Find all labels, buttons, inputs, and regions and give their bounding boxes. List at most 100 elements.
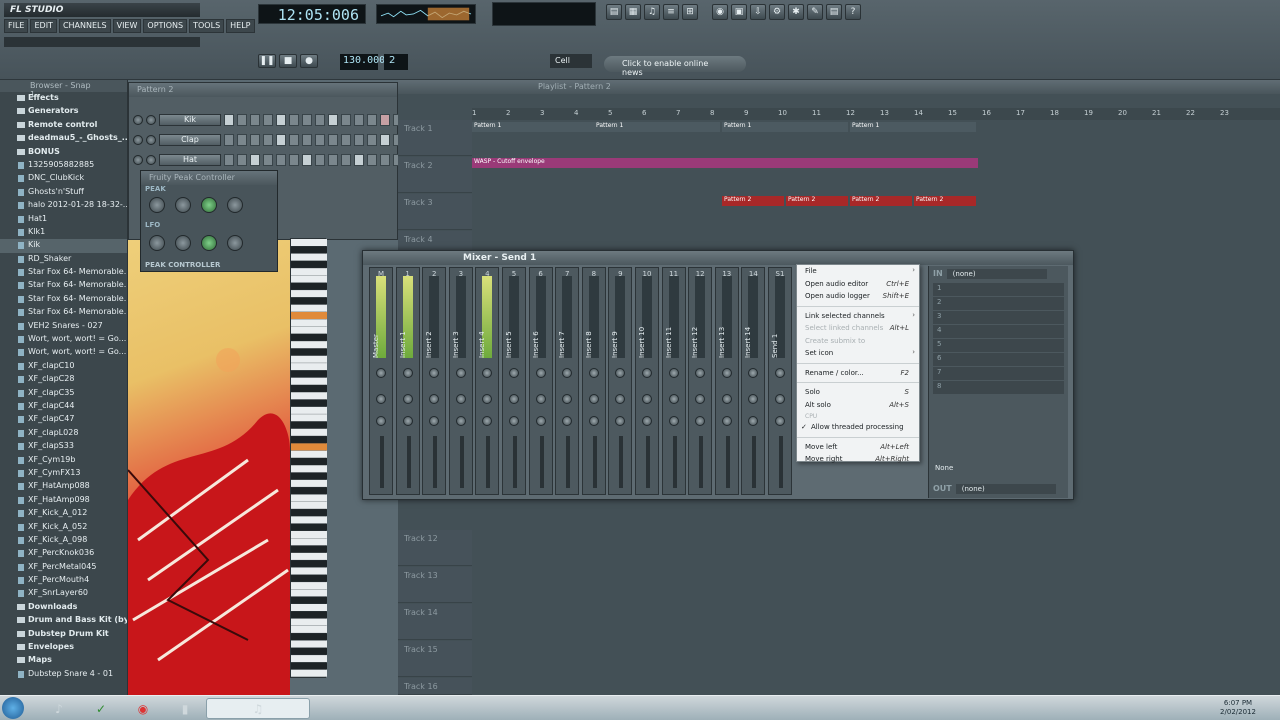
pan-knob[interactable] [455,368,466,378]
song-time-display[interactable]: 12:05:006 [258,4,366,24]
system-clock[interactable]: 6:07 PM 2/02/2012 [1212,699,1264,717]
plugin-icon[interactable]: ⚙ [769,4,785,20]
context-menu-item[interactable]: Move right Alt+Right [797,453,919,466]
record-icon[interactable]: ◉ [712,4,728,20]
context-menu-item[interactable]: Solo S [797,386,919,399]
step-button[interactable] [237,154,247,166]
track-header[interactable]: Track 16 [398,678,472,695]
track-header[interactable]: Track 13 [398,567,472,603]
mixer-strip[interactable]: S1 Send 1 [768,267,792,495]
fx-slot[interactable]: 5 [933,339,1064,352]
pan-knob[interactable] [376,368,386,378]
decay-knob[interactable] [227,197,243,213]
browser-folder[interactable]: Downloads [0,601,127,614]
pan-knob[interactable] [562,368,573,378]
step-button[interactable] [263,154,273,166]
stereo-knob[interactable] [588,394,599,404]
browser-file[interactable]: XF_clapC47 [0,413,127,426]
track-header[interactable]: Track 15 [398,641,472,677]
browser-file[interactable]: DNC_ClubKick [0,172,127,185]
browser-file[interactable]: Star Fox 64- Memorable... [0,279,127,292]
step-button[interactable] [328,114,338,126]
send-knob[interactable] [509,416,519,426]
base-knob[interactable] [149,197,165,213]
volume-fader[interactable] [752,436,757,488]
browser-file[interactable]: XF_HatAmp098 [0,494,127,507]
track-header[interactable]: Track 1 [398,120,472,156]
output-select[interactable]: (none) [955,484,1056,494]
send-knob[interactable] [775,416,785,426]
stereo-knob[interactable] [482,394,493,404]
stereo-knob[interactable] [376,394,386,404]
fx-slot[interactable]: 2 [933,297,1064,310]
volume-fader[interactable] [406,436,411,488]
channel-pan-knob[interactable] [133,115,143,125]
browser-file[interactable]: XF_Cym19b [0,454,127,467]
send-knob[interactable] [455,416,466,426]
browser-file[interactable]: Wort, wort, wort! = Go... [0,346,127,359]
stop-icon[interactable]: ■ [279,54,297,68]
mixer-strip[interactable]: 10 Insert 10 [635,267,659,495]
pan-knob[interactable] [535,368,546,378]
mixer-strip[interactable]: 3 Insert 3 [448,267,473,495]
pan-knob[interactable] [482,368,493,378]
step-button[interactable] [302,134,312,146]
browser-folder[interactable]: Remote control [0,119,127,132]
hardware-icon[interactable]: ▮ [168,698,202,719]
step-button[interactable] [289,114,299,126]
browser-file[interactable]: Star Fox 64- Memorable... [0,266,127,279]
volume-knob[interactable] [175,197,191,213]
browser-file[interactable]: Hat1 [0,213,127,226]
pattern-number[interactable]: 2 [384,54,408,70]
step-button[interactable] [341,154,351,166]
playlist-clip[interactable]: Pattern 1 [850,122,976,132]
step-button[interactable] [341,114,351,126]
tension-knob[interactable] [201,197,217,213]
mixer-strip[interactable]: 6 Insert 6 [528,267,553,495]
context-menu-item[interactable]: Set icon [797,347,919,360]
fx-slot[interactable]: 7 [933,367,1064,380]
mixer-window-icon[interactable]: ⊞ [682,4,698,20]
start-button-icon[interactable] [2,697,24,719]
context-menu-item[interactable]: Open audio editor Ctrl+E [797,278,919,291]
step-button[interactable] [367,154,377,166]
channel-button[interactable]: Clap [159,134,221,146]
context-menu-item[interactable]: File [797,265,919,278]
browser-file[interactable]: XF_PercKnok036 [0,547,127,560]
playlist-clip[interactable]: Pattern 2 [786,196,848,206]
stereo-knob[interactable] [775,394,785,404]
browser-file[interactable]: XF_Kick_A_098 [0,534,127,547]
send-knob[interactable] [402,416,413,426]
itunes-icon[interactable]: ♪ [42,698,76,719]
browser-file[interactable]: Klk1 [0,226,127,239]
stereo-knob[interactable] [695,394,706,404]
browser-file[interactable]: XF_clapL028 [0,427,127,440]
playlist-clip[interactable]: Pattern 2 [850,196,912,206]
browser-file[interactable]: Wort, wort, wort! = Go... [0,333,127,346]
online-news-button[interactable]: Click to enable online news [604,56,746,77]
track-header[interactable]: Track 14 [398,604,472,640]
step-button[interactable] [224,114,234,126]
export-icon[interactable]: ⇩ [750,4,766,20]
settings-icon[interactable]: ✎ [807,4,823,20]
browser-folder[interactable]: Envelopes [0,641,127,654]
browser-folder[interactable]: Drum and Bass Kit (by ... [0,614,127,627]
volume-fader[interactable] [646,436,650,488]
step-button[interactable] [315,114,325,126]
fx-slot[interactable]: 6 [933,353,1064,366]
browser-file[interactable]: XF_clapS33 [0,440,127,453]
playlist-window-icon[interactable]: ▤ [606,4,622,20]
send-knob[interactable] [588,416,599,426]
step-button[interactable] [380,154,390,166]
pan-knob[interactable] [615,368,626,378]
browser-folder[interactable]: Generators [0,105,127,118]
stereo-knob[interactable] [615,394,626,404]
frostwire-icon[interactable]: ✓ [84,698,118,719]
step-button[interactable] [263,114,273,126]
channel-button[interactable]: Hat [159,154,221,166]
play-pause-icon[interactable]: ❚❚ [258,54,276,68]
browser-file[interactable]: XF_Kick_A_012 [0,507,127,520]
mixer-strip[interactable]: 2 Insert 2 [422,267,447,495]
volume-fader[interactable] [539,436,544,488]
lfo-speed-knob[interactable] [175,235,191,251]
